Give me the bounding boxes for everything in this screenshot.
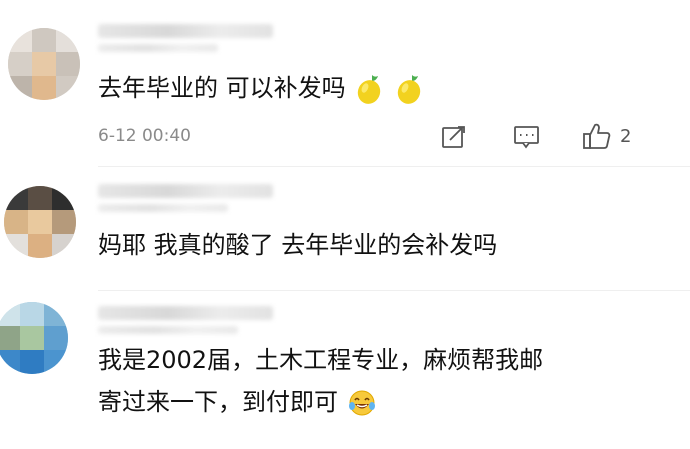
username-blurred[interactable] [98,24,273,38]
comment-text: 我是2002届，土木工程专业，麻烦帮我邮 [98,340,543,380]
comment-icon [514,126,539,149]
comment-text-content: 妈耶 我真的酸了 去年毕业的会补发吗 [98,231,498,259]
username-blurred[interactable] [98,184,273,198]
like-button[interactable]: 2 [582,121,631,151]
comment-text: 去年毕业的 可以补发吗 [98,68,425,108]
comment-text: 妈耶 我真的酸了 去年毕业的会补发吗 [98,225,497,265]
comment-text-content: 去年毕业的 可以补发吗 [98,74,346,102]
divider [98,290,690,291]
comment-item: 妈耶 我真的酸了 去年毕业的会补发吗 [0,170,690,280]
divider [98,166,690,167]
avatar[interactable] [4,186,76,258]
username-blurred [98,44,218,52]
laughing-tears-icon [348,390,375,416]
comment-text: 寄过来一下，到付即可 [98,382,376,422]
avatar[interactable] [8,28,80,100]
lemon-icon [397,75,421,104]
lemon-icon [358,75,381,104]
reply-button[interactable] [513,124,541,154]
comment-item: 我是2002届，土木工程专业，麻烦帮我邮 寄过来一下，到付即可 [0,292,690,449]
username-blurred[interactable] [98,306,273,320]
username-blurred [98,326,238,334]
edit-square-icon [442,126,465,148]
comment-item: 去年毕业的 可以补发吗 6-12 00:40 2 [0,0,690,160]
avatar[interactable] [0,302,68,374]
comment-text-line: 寄过来一下，到付即可 [98,388,338,416]
comment-timestamp: 6-12 00:40 [98,126,191,146]
like-count: 2 [620,125,632,147]
repost-button[interactable] [441,124,467,154]
comment-text-line: 我是2002届，土木工程专业，麻烦帮我邮 [98,346,544,374]
username-blurred [98,204,228,212]
thumbs-up-icon [583,123,611,149]
